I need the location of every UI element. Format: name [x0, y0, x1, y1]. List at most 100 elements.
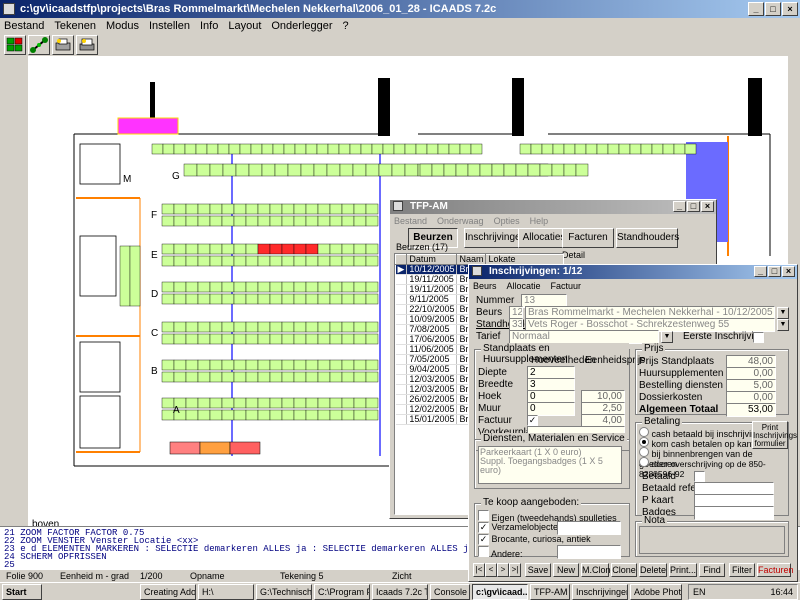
stand[interactable]: [173, 255, 187, 267]
stand[interactable]: [162, 143, 175, 155]
close-button[interactable]: ×: [782, 2, 798, 16]
stand[interactable]: [281, 333, 295, 345]
task-creating-ado[interactable]: Creating Ado...: [140, 584, 196, 600]
menu-layout[interactable]: Layout: [228, 18, 261, 34]
stand[interactable]: [293, 293, 307, 305]
stand[interactable]: [341, 215, 355, 227]
stand[interactable]: [353, 397, 367, 409]
stand[interactable]: [269, 293, 283, 305]
tab-inschrijvingen[interactable]: Inschrijvingen: [464, 228, 526, 248]
stand[interactable]: [329, 397, 343, 409]
stand[interactable]: [184, 143, 197, 155]
stand[interactable]: [287, 163, 302, 177]
stand[interactable]: [233, 371, 247, 383]
stand[interactable]: [233, 293, 247, 305]
verzamelobjecten-input[interactable]: [557, 521, 621, 535]
print-tool-button[interactable]: [52, 35, 74, 55]
stand[interactable]: [221, 215, 235, 227]
stand[interactable]: [329, 409, 343, 421]
stand[interactable]: [197, 371, 211, 383]
radio-kantoor[interactable]: [639, 437, 649, 447]
filter-button[interactable]: Filter: [729, 563, 755, 577]
stand[interactable]: [245, 397, 259, 409]
stand[interactable]: [349, 143, 362, 155]
stand[interactable]: [329, 293, 343, 305]
stand[interactable]: [431, 163, 445, 177]
stand[interactable]: [209, 321, 223, 333]
tfp-menu-onderwaag[interactable]: Onderwaag: [437, 214, 484, 228]
stand[interactable]: [281, 321, 295, 333]
stand[interactable]: [341, 293, 355, 305]
eerste-inschrijving-checkbox[interactable]: [753, 332, 764, 343]
stand[interactable]: [353, 293, 367, 305]
stand[interactable]: [173, 281, 187, 293]
stand[interactable]: [197, 243, 211, 255]
col-header-naam[interactable]: Naam: [456, 254, 487, 265]
row-selector[interactable]: [395, 414, 408, 425]
stand[interactable]: [185, 409, 199, 421]
stand[interactable]: [281, 243, 295, 255]
stand[interactable]: [274, 163, 289, 177]
stand[interactable]: [305, 281, 319, 293]
factuur-checkbox[interactable]: ✓: [527, 415, 538, 426]
stand[interactable]: [317, 293, 331, 305]
stand[interactable]: [281, 215, 295, 227]
stand[interactable]: [209, 163, 224, 177]
stand[interactable]: [281, 255, 295, 267]
stand[interactable]: [317, 333, 331, 345]
stand[interactable]: [552, 143, 565, 155]
stand[interactable]: [281, 359, 295, 371]
stand[interactable]: [327, 143, 340, 155]
stand[interactable]: [293, 321, 307, 333]
stand[interactable]: [329, 255, 343, 267]
stand[interactable]: [360, 143, 373, 155]
stand[interactable]: [257, 203, 271, 215]
nav-next-button[interactable]: >: [497, 563, 509, 577]
nota-textarea[interactable]: [639, 526, 785, 554]
stand[interactable]: [317, 215, 331, 227]
tfp-menu-bestand[interactable]: Bestand: [394, 214, 427, 228]
tfp-maximize-button[interactable]: □: [687, 201, 700, 212]
stand[interactable]: [221, 333, 235, 345]
stand[interactable]: [245, 371, 259, 383]
tarief-dropdown-icon[interactable]: ▼: [661, 331, 673, 343]
stand[interactable]: [317, 359, 331, 371]
stand[interactable]: [221, 243, 235, 255]
stand[interactable]: [530, 143, 543, 155]
stand[interactable]: [257, 255, 271, 267]
stand[interactable]: [618, 143, 631, 155]
stand[interactable]: [197, 321, 211, 333]
stand[interactable]: [119, 245, 131, 307]
tarief-select[interactable]: Normaal: [509, 330, 659, 344]
stand[interactable]: [257, 371, 271, 383]
stand[interactable]: [197, 333, 211, 345]
stand[interactable]: [426, 143, 439, 155]
print-inschrijving-button[interactable]: Print Inschrijvings formulier: [752, 421, 797, 449]
stand[interactable]: [250, 143, 263, 155]
stand[interactable]: [293, 215, 307, 227]
stand[interactable]: [206, 143, 219, 155]
stand[interactable]: [293, 371, 307, 383]
stand[interactable]: [233, 281, 247, 293]
stand[interactable]: [233, 255, 247, 267]
save-button[interactable]: Save: [525, 563, 551, 577]
stand[interactable]: [353, 281, 367, 293]
stand[interactable]: [185, 203, 199, 215]
stand[interactable]: [293, 281, 307, 293]
stand[interactable]: [257, 293, 271, 305]
tekoop-checkbox-eigen[interactable]: [478, 510, 489, 521]
beurs-dropdown-icon[interactable]: ▼: [777, 307, 789, 319]
stand[interactable]: [563, 143, 576, 155]
stand[interactable]: [317, 281, 331, 293]
menu-info[interactable]: Info: [200, 18, 218, 34]
stand[interactable]: [294, 143, 307, 155]
insc-maximize-button[interactable]: □: [768, 266, 781, 277]
stand[interactable]: [245, 281, 259, 293]
task-h-drive[interactable]: H:\: [198, 584, 254, 600]
stand[interactable]: [173, 215, 187, 227]
stand[interactable]: [317, 397, 331, 409]
betaald-checkbox[interactable]: [694, 471, 705, 482]
stand[interactable]: [269, 397, 283, 409]
stand[interactable]: [443, 163, 457, 177]
stand[interactable]: [470, 143, 483, 155]
